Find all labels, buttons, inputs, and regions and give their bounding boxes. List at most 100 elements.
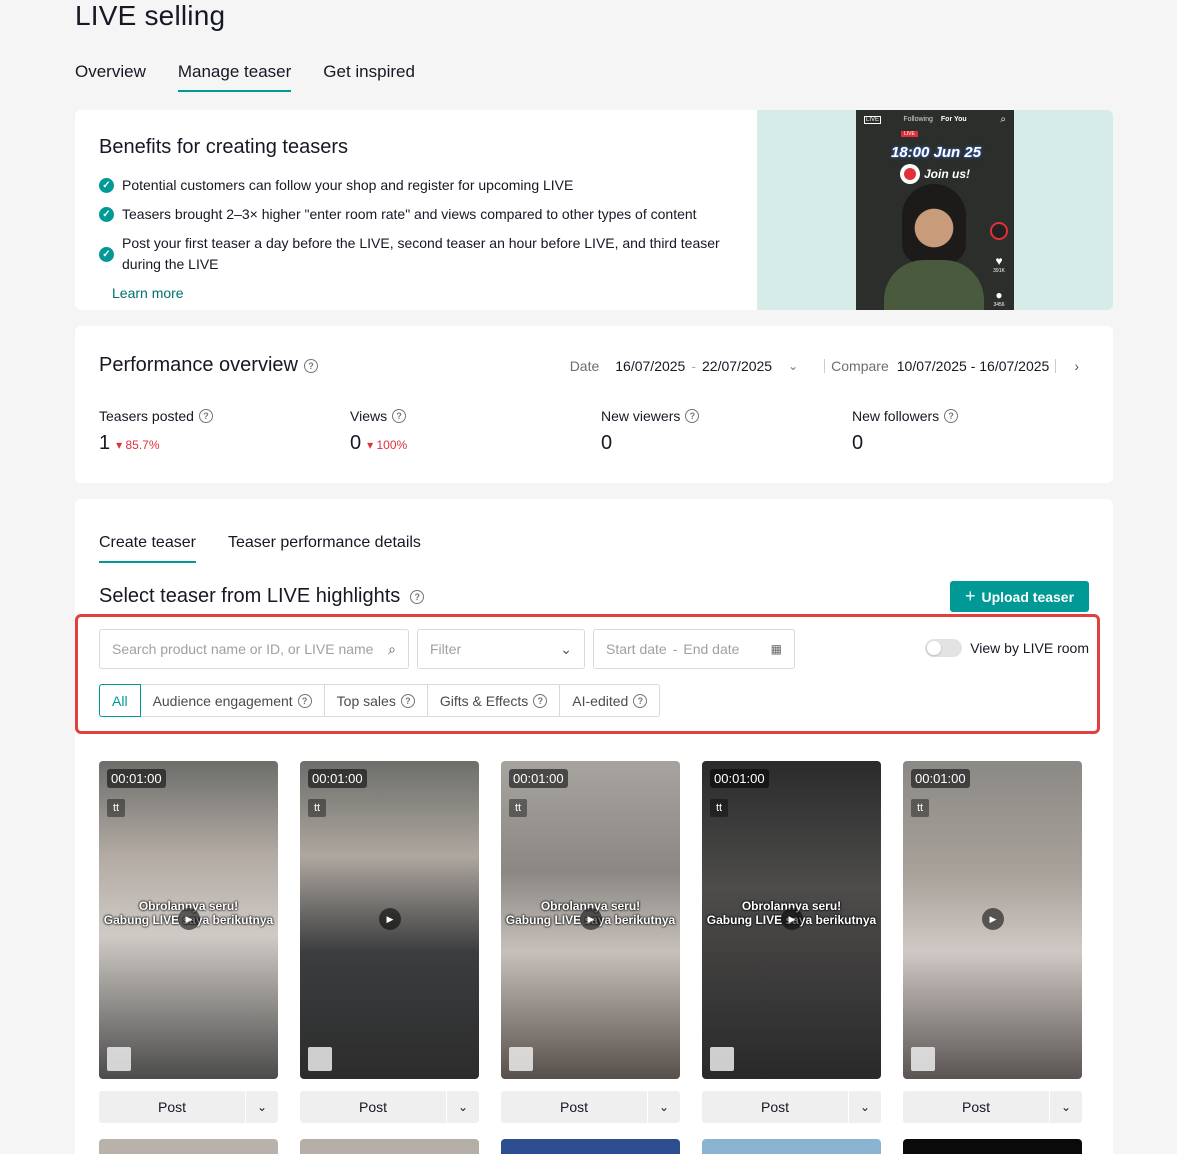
help-icon[interactable]: ? [392, 409, 407, 423]
video-thumbnail[interactable] [903, 1139, 1082, 1154]
select-checkbox[interactable] [710, 1047, 734, 1071]
select-checkbox[interactable] [911, 1047, 935, 1071]
chevron-down-icon[interactable]: ⌄ [447, 1091, 479, 1123]
live-time-text: 18:00 Jun 25 [891, 144, 982, 161]
tab-overview[interactable]: Overview [75, 62, 146, 92]
divider [824, 359, 826, 373]
section-title: Select teaser from LIVE highlights ? [99, 585, 425, 608]
select-checkbox[interactable] [308, 1047, 332, 1071]
date-end[interactable]: 22/07/2025 [702, 358, 772, 374]
tab-teaser-performance[interactable]: Teaser performance details [228, 534, 421, 563]
check-icon: ✓ [99, 246, 114, 262]
post-split-button: Post ⌄ [99, 1091, 278, 1123]
date-range-input[interactable]: Start date - End date ▦ [593, 629, 795, 669]
metric-label: Views? [350, 408, 601, 424]
compare-range[interactable]: 10/07/2025 - 16/07/2025 [897, 358, 1050, 374]
help-icon[interactable]: ? [410, 589, 425, 604]
help-icon[interactable]: ? [685, 409, 700, 423]
play-icon[interactable]: ▶ [982, 908, 1004, 930]
benefit-item: ✓ Post your first teaser a day before th… [99, 233, 749, 275]
metric-label: New followers? [852, 408, 1103, 424]
page-title: LIVE selling [75, 0, 226, 31]
teaser-preview-panel: LIVE Following For You ⌕ LIVE 18:00 Jun … [757, 110, 1113, 310]
tab-create-teaser[interactable]: Create teaser [99, 534, 196, 563]
segment-top-sales[interactable]: Top sales? [323, 684, 428, 717]
post-button[interactable]: Post [903, 1091, 1050, 1123]
metric-value-text: 0 [852, 432, 864, 454]
video-thumbnail[interactable] [99, 1139, 278, 1154]
toggle-switch[interactable] [925, 639, 963, 657]
segment-label: Top sales [336, 692, 396, 709]
segment-label: All [112, 692, 128, 709]
post-button[interactable]: Post [702, 1091, 849, 1123]
post-split-button: Post ⌄ [300, 1091, 479, 1123]
compare-label: Compare [831, 358, 889, 374]
segment-all[interactable]: All [99, 684, 141, 717]
chevron-down-icon[interactable]: ⌄ [788, 359, 798, 373]
metric-value: 0 ▾ 100% [350, 432, 601, 455]
video-thumbnail[interactable]: 00:01:00 tt ▶ [903, 761, 1082, 1079]
video-thumbnail[interactable]: 00:01:00 tt Obrolannya seru! Gabung LIVE … [501, 761, 680, 1079]
search-icon: ⌕ [388, 640, 396, 657]
tiktok-icon: tt [509, 799, 527, 817]
metric-value: 0 [601, 432, 852, 455]
video-thumbnail[interactable]: 00:01:00 tt ▶ [300, 761, 479, 1079]
post-button[interactable]: Post [501, 1091, 648, 1123]
chevron-down-icon[interactable]: ⌄ [648, 1091, 680, 1123]
metric-label-text: Views [350, 408, 388, 424]
video-thumbnail[interactable] [702, 1139, 881, 1154]
search-input[interactable]: Search product name or ID, or LIVE name … [99, 629, 409, 669]
help-icon[interactable]: ? [944, 409, 959, 423]
play-icon[interactable]: ▶ [580, 908, 602, 930]
help-icon: ? [533, 693, 548, 708]
chevron-right-icon[interactable]: › [1074, 358, 1079, 374]
toggle-label: View by LIVE room [970, 640, 1089, 656]
upload-teaser-button[interactable]: + Upload teaser [950, 581, 1089, 612]
tab-manage-teaser[interactable]: Manage teaser [177, 62, 292, 92]
metric-label-text: New followers [852, 408, 940, 424]
video-card: 00:01:00 tt Obrolannya seru! Gabung LIVE … [99, 761, 278, 1123]
metric-new-followers: New followers? 0 [852, 408, 1103, 455]
learn-more-link[interactable]: Learn more [112, 285, 184, 301]
post-split-button: Post ⌄ [903, 1091, 1082, 1123]
comments-count: 3456 [993, 302, 1005, 308]
chevron-down-icon[interactable]: ⌄ [1050, 1091, 1082, 1123]
date-range-picker[interactable]: Date 16/07/2025 - 22/07/2025 ⌄ Compare 1… [570, 358, 1079, 374]
select-checkbox[interactable] [107, 1047, 131, 1071]
video-thumbnail[interactable] [501, 1139, 680, 1154]
top-tabs: Overview Manage teaser Get inspired [75, 62, 415, 92]
comment-icon: ● 3456 [993, 288, 1005, 308]
tiktok-icon: tt [308, 799, 326, 817]
segment-label: AI-edited [572, 692, 629, 709]
post-button[interactable]: Post [300, 1091, 447, 1123]
check-icon: ✓ [99, 207, 114, 222]
segment-ai-edited[interactable]: AI-edited? [559, 684, 661, 717]
help-icon[interactable]: ? [198, 409, 213, 423]
video-thumbnail[interactable]: 00:01:00 tt Obrolannya seru! Gabung LIVE … [99, 761, 278, 1079]
delta-down: ▾ 85.7% [116, 438, 160, 452]
date-start[interactable]: 16/07/2025 [615, 358, 685, 374]
play-icon[interactable]: ▶ [379, 908, 401, 930]
help-icon[interactable]: ? [303, 358, 318, 373]
calendar-icon: ▦ [770, 642, 782, 656]
video-thumbnail[interactable] [300, 1139, 479, 1154]
play-icon[interactable]: ▶ [178, 908, 200, 930]
play-icon[interactable]: ▶ [781, 908, 803, 930]
chevron-down-icon[interactable]: ⌄ [246, 1091, 278, 1123]
benefit-text: Post your first teaser a day before the … [122, 235, 720, 272]
segment-audience-engagement[interactable]: Audience engagement? [139, 684, 325, 717]
tiktok-icon: tt [710, 799, 728, 817]
search-placeholder: Search product name or ID, or LIVE name [112, 641, 374, 657]
tiktok-icon: tt [107, 799, 125, 817]
post-button[interactable]: Post [99, 1091, 246, 1123]
delta-down: ▾ 100% [367, 438, 408, 452]
chevron-down-icon[interactable]: ⌄ [849, 1091, 881, 1123]
view-by-room-toggle[interactable]: View by LIVE room [925, 639, 1089, 657]
duration-badge: 00:01:00 [308, 769, 367, 788]
join-text: Join us! [924, 167, 971, 181]
segment-gifts-effects[interactable]: Gifts & Effects? [426, 684, 561, 717]
filter-select[interactable]: Filter ⌄ [417, 629, 585, 669]
video-thumbnail[interactable]: 00:01:00 tt Obrolannya seru! Gabung LIVE … [702, 761, 881, 1079]
select-checkbox[interactable] [509, 1047, 533, 1071]
tab-get-inspired[interactable]: Get inspired [323, 62, 415, 92]
